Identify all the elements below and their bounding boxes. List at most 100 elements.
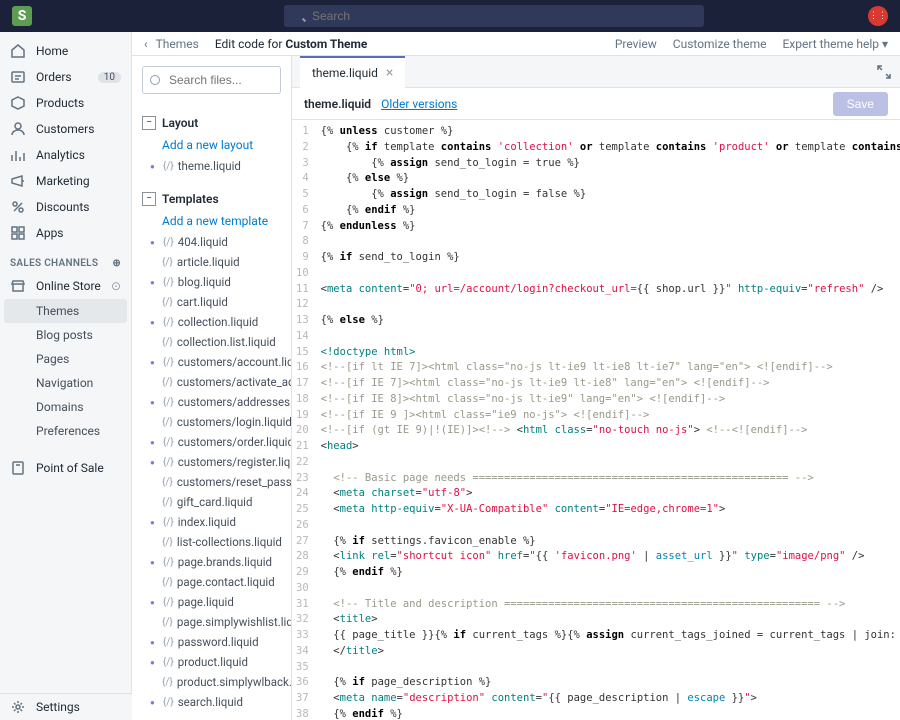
nav-online-store[interactable]: Online Store⊙ [0,273,131,299]
orders-icon [10,69,26,85]
liquid-icon: {/} [162,477,173,488]
topbar: S ⋮⋮ [0,0,900,32]
products-icon [10,95,26,111]
liquid-icon: {/} [163,697,174,708]
file-item[interactable]: {/}page.simplywishlist.liquid [132,612,291,632]
nav-apps[interactable]: Apps [0,220,131,246]
liquid-icon: {/} [163,397,174,408]
breadcrumb-back[interactable]: Themes [156,37,199,51]
liquid-icon: {/} [162,377,173,388]
nav-products[interactable]: Products [0,90,131,116]
nav-home[interactable]: Home [0,38,131,64]
back-chevron-icon[interactable]: ‹ [144,37,148,51]
expanded-icon: − [142,116,156,130]
nav-sub-themes[interactable]: Themes [4,299,127,323]
user-avatar[interactable]: ⋮⋮ [868,6,888,26]
liquid-icon: {/} [162,577,173,588]
primary-nav: HomeOrders10ProductsCustomersAnalyticsMa… [0,32,132,720]
file-item[interactable]: {/}collection.liquid [132,312,291,332]
nav-discounts[interactable]: Discounts [0,194,131,220]
file-item[interactable]: {/}customers/register.liquid [132,452,291,472]
pos-icon [10,460,26,476]
code-editor[interactable]: 1234567891011121314151617181920212223242… [292,120,900,720]
nav-settings[interactable]: Settings [0,694,132,720]
apps-icon [10,225,26,241]
liquid-icon: {/} [163,277,174,288]
channels-heading: SALES CHANNELS⊕ [0,246,131,273]
liquid-icon: {/} [163,637,174,648]
file-item[interactable]: {/}index.liquid [132,512,291,532]
file-item[interactable]: {/}customers/login.liquid [132,412,291,432]
app-logo[interactable]: S [12,6,32,26]
tab-close-icon[interactable]: × [386,65,393,81]
file-item[interactable]: {/}theme.liquid [132,156,291,176]
file-item[interactable]: {/}customers/addresses.liquid [132,392,291,412]
nav-customers[interactable]: Customers [0,116,131,142]
add-layout[interactable]: Add a new layout [132,134,291,156]
settings-icon [10,699,26,715]
file-item[interactable]: {/}customers/account.liquid [132,352,291,372]
nav-analytics[interactable]: Analytics [0,142,131,168]
customers-icon [10,121,26,137]
nav-orders[interactable]: Orders10 [0,64,131,90]
nav-sub-blog-posts[interactable]: Blog posts [0,323,131,347]
nav-sub-pages[interactable]: Pages [0,347,131,371]
file-item[interactable]: {/}page.liquid [132,592,291,612]
file-item[interactable]: {/}blog.liquid [132,272,291,292]
home-icon [10,43,26,59]
file-item[interactable]: {/}list-collections.liquid [132,532,291,552]
file-item[interactable]: {/}customers/order.liquid [132,432,291,452]
store-icon [10,278,26,294]
tab-theme-liquid[interactable]: theme.liquid × [300,56,405,88]
older-versions-link[interactable]: Older versions [381,97,457,111]
page-title-theme: Custom Theme [285,37,367,51]
page-title-pre: Edit code for [215,37,286,51]
marketing-icon [10,173,26,189]
file-item[interactable]: {/}gift_card.liquid [132,492,291,512]
file-item[interactable]: {/}password.liquid [132,632,291,652]
action-customize[interactable]: Customize theme [673,37,767,51]
action-preview[interactable]: Preview [615,37,657,51]
file-item[interactable]: {/}customers/reset_password.liquid [132,472,291,492]
add-channel-icon[interactable]: ⊕ [112,258,121,269]
file-item[interactable]: {/}article.liquid [132,252,291,272]
editor-filename: theme.liquid [304,97,371,111]
file-explorer: −LayoutAdd a new layout{/}theme.liquid −T… [132,56,292,720]
liquid-icon: {/} [162,417,173,428]
analytics-icon [10,147,26,163]
nav-sub-preferences[interactable]: Preferences [0,419,131,443]
file-search-input[interactable] [142,66,281,94]
file-item[interactable]: {/}product.liquid [132,652,291,672]
view-icon[interactable]: ⊙ [111,279,121,293]
expand-icon[interactable] [876,64,892,80]
liquid-icon: {/} [163,437,174,448]
liquid-icon: {/} [162,677,173,688]
nav-pos[interactable]: Point of Sale [0,455,131,481]
global-search-input[interactable] [284,5,704,27]
file-item[interactable]: {/}product.simplywlback.liquid [132,672,291,692]
file-item[interactable]: {/}customers/activate_account.liquid [132,372,291,392]
file-item[interactable]: {/}page.brands.liquid [132,552,291,572]
liquid-icon: {/} [163,457,174,468]
nav-marketing[interactable]: Marketing [0,168,131,194]
nav-sub-navigation[interactable]: Navigation [0,371,131,395]
liquid-icon: {/} [162,257,173,268]
breadcrumb: ‹ Themes Edit code for Custom Theme Prev… [132,32,900,56]
nav-sub-domains[interactable]: Domains [0,395,131,419]
editor-tabs: theme.liquid × [292,56,900,88]
file-item[interactable]: {/}cart.liquid [132,292,291,312]
file-item[interactable]: {/}page.contact.liquid [132,572,291,592]
add-templates[interactable]: Add a new template [132,210,291,232]
file-item[interactable]: {/}collection.list.liquid [132,332,291,352]
file-item[interactable]: {/}search.liquid [132,692,291,712]
liquid-icon: {/} [163,317,174,328]
file-item[interactable]: {/}404.liquid [132,232,291,252]
save-button[interactable]: Save [833,92,888,116]
tab-label: theme.liquid [312,66,378,80]
folder-templates[interactable]: −Templates [132,188,291,210]
liquid-icon: {/} [163,597,174,608]
action-expert[interactable]: Expert theme help ▾ [782,37,888,51]
liquid-icon: {/} [163,517,174,528]
liquid-icon: {/} [162,337,173,348]
folder-layout[interactable]: −Layout [132,112,291,134]
